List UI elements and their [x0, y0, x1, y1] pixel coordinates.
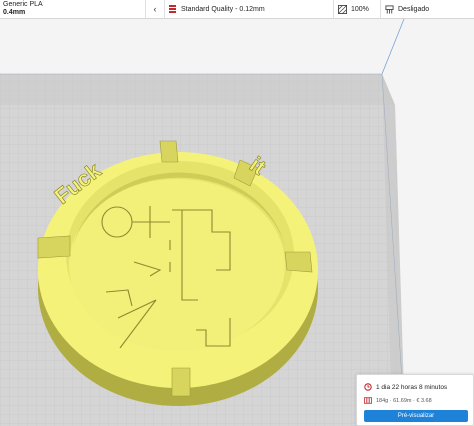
print-time-row: 1 dia 22 horas 8 minutos — [364, 383, 447, 391]
infill-icon — [338, 4, 347, 14]
nozzle-size: 0.4mm — [3, 9, 26, 16]
quality-icon — [169, 5, 176, 13]
build-scene[interactable]: Fuck it — [0, 19, 474, 426]
disallowed-back-area — [0, 74, 395, 105]
spool-icon — [364, 397, 372, 404]
material-name: Generic PLA — [3, 1, 43, 8]
top-toolbar: Generic PLA 0.4mm ‹ Standard Quality - 0… — [0, 0, 474, 19]
3d-viewport[interactable]: Fuck it — [0, 19, 474, 426]
material-stats-row: 184g · 61.69m · € 3.68 — [364, 397, 432, 404]
notch-left — [37, 235, 71, 259]
clock-icon — [364, 383, 372, 391]
support-setting[interactable]: Desligado — [381, 0, 474, 18]
quality-label: Standard Quality - 0.12mm — [181, 5, 265, 13]
support-icon — [385, 4, 394, 14]
preview-button[interactable]: Pré-visualizar — [364, 410, 468, 422]
infill-value: 100% — [351, 5, 369, 13]
material-stats: 184g · 61.69m · € 3.68 — [376, 397, 432, 404]
material-selector[interactable]: Generic PLA 0.4mm — [0, 0, 146, 18]
infill-setting[interactable]: 100% — [334, 0, 381, 18]
print-time: 1 dia 22 horas 8 minutos — [376, 383, 448, 391]
collapse-chevron-icon[interactable]: ‹ — [146, 0, 165, 18]
notch-top — [159, 140, 179, 163]
support-label: Desligado — [398, 5, 430, 13]
print-settings-selector[interactable]: Standard Quality - 0.12mm — [165, 0, 334, 18]
notch-right — [284, 251, 313, 273]
print-info-panel: 1 dia 22 horas 8 minutos 184g · 61.69m ·… — [356, 374, 474, 426]
notch-bottom — [171, 367, 191, 397]
inner-floor — [69, 179, 285, 351]
